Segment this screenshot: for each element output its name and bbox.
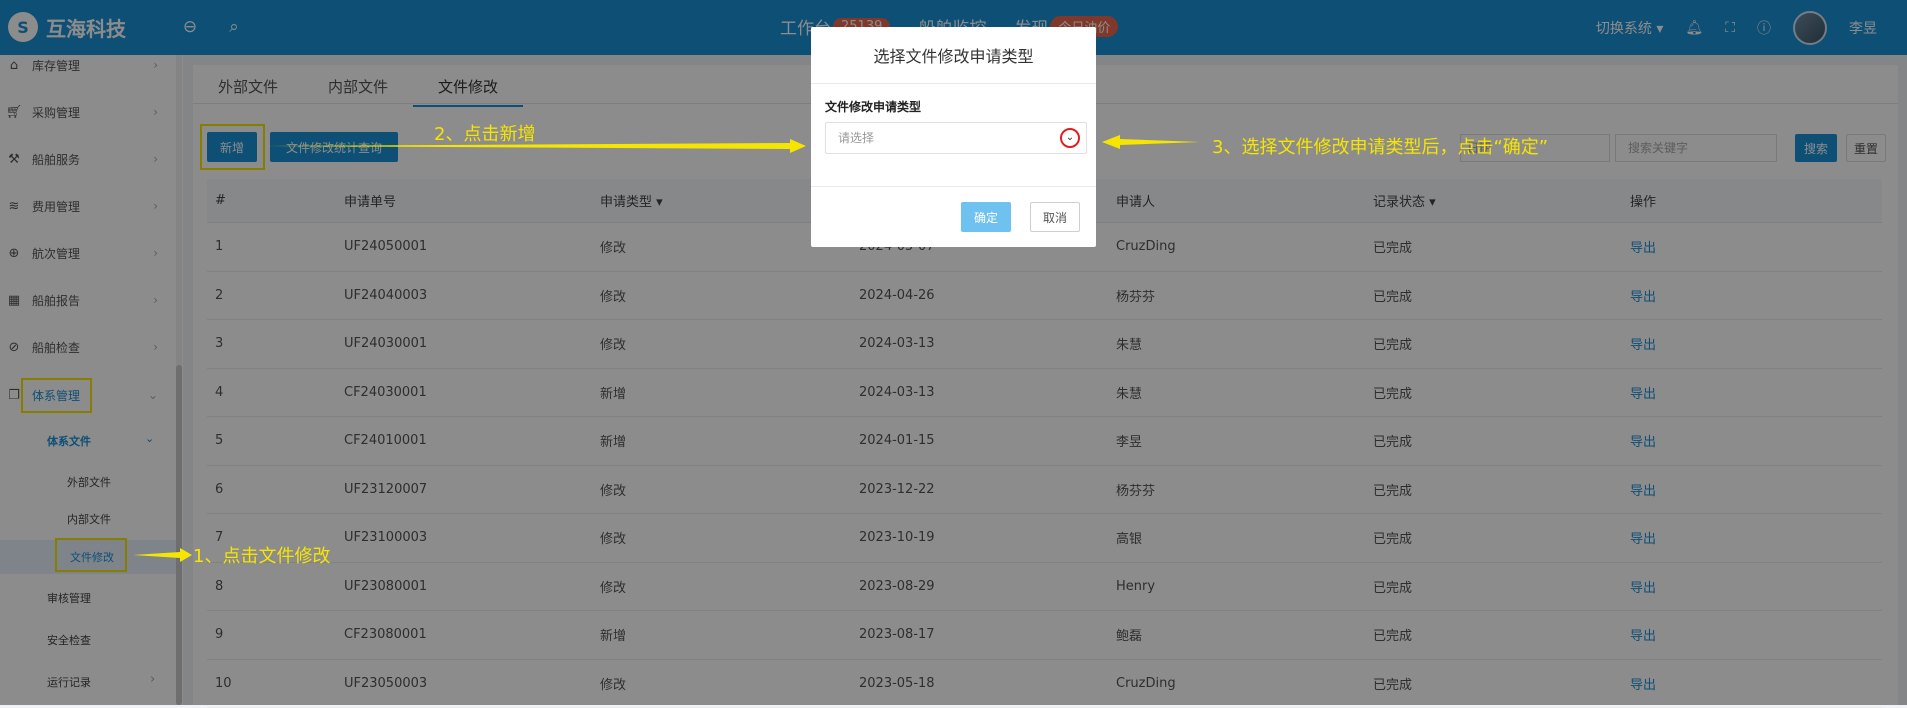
arrow-step1 bbox=[133, 548, 192, 562]
arrow-step2 bbox=[265, 139, 806, 153]
annotation-arrows bbox=[0, 0, 1907, 705]
arrow-step3 bbox=[1102, 135, 1200, 149]
annotation-step3: 3、选择文件修改申请类型后，点击“确定” bbox=[1212, 133, 1548, 159]
annotation-step1: 1、点击文件修改 bbox=[193, 542, 330, 568]
annotation-step2: 2、点击新增 bbox=[434, 120, 535, 146]
